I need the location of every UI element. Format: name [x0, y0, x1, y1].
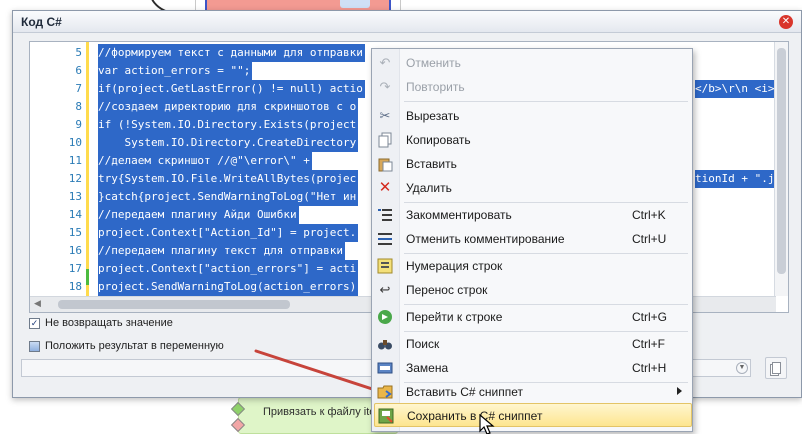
submenu-arrow-icon — [677, 387, 682, 395]
menu-item-copy[interactable]: Копировать — [374, 128, 692, 152]
code-line: }catch{project.SendWarningToLog("Нет ин — [98, 188, 359, 206]
delete-icon: ✕ — [378, 179, 392, 196]
insert-snippet-icon — [377, 384, 393, 400]
put-result-checkbox[interactable] — [29, 340, 40, 352]
code-line: //передаем плагину Айди Ошибки — [98, 206, 299, 224]
menu-item-search[interactable]: Поиск Ctrl+F — [374, 332, 692, 356]
put-result-option[interactable]: Положить результат в переменную — [29, 340, 224, 352]
uncomment-icon — [377, 231, 393, 247]
change-marker-bar — [86, 42, 89, 296]
code-line: project.Context["Action_Id"] = project. — [98, 224, 359, 242]
vertical-scrollbar[interactable] — [774, 42, 788, 296]
no-return-label: Не возвращать значение — [45, 317, 173, 329]
menu-item-redo[interactable]: ↷ Повторить — [374, 75, 692, 99]
scissors-icon: ✂ — [379, 108, 391, 123]
no-return-checkbox[interactable]: ✓ — [29, 317, 40, 329]
menu-item-cut[interactable]: ✂ Вырезать — [374, 104, 692, 128]
horizontal-scroll-thumb[interactable] — [58, 300, 290, 309]
code-line: project.Context["action_errors"] = acti — [98, 260, 359, 278]
save-snippet-icon — [378, 408, 394, 424]
success-port-icon — [230, 401, 246, 417]
menu-item-delete[interactable]: ✕ Удалить — [374, 176, 692, 200]
line-number: 17 — [68, 262, 82, 275]
dialog-title: Код C# — [21, 14, 62, 29]
code-line: System.IO.Directory.CreateDirectory — [98, 134, 359, 152]
dialog-titlebar: Код C# — [13, 11, 801, 33]
menu-separator — [404, 101, 688, 102]
code-line-tail: </b>\r\n <i> — [695, 80, 775, 98]
code-line: try{System.IO.File.WriteAllBytes(projec — [98, 170, 359, 188]
menu-item-line-numbers[interactable]: Нумерация строк — [374, 254, 692, 278]
menu-item-insert-snippet[interactable]: Вставить C# сниппет — [374, 380, 692, 404]
replace-icon — [377, 360, 393, 376]
copy-icon — [377, 132, 393, 148]
binoculars-icon — [377, 336, 393, 352]
code-line: //делаем скриншот //@"\error\" + — [98, 152, 312, 170]
undo-icon: ↶ — [379, 55, 391, 70]
vertical-scroll-thumb[interactable] — [777, 48, 786, 274]
line-number: 8 — [75, 100, 82, 113]
paste-icon — [377, 156, 393, 172]
put-result-label: Положить результат в переменную — [45, 340, 224, 352]
menu-item-paste[interactable]: Вставить — [374, 152, 692, 176]
line-number: 5 — [75, 46, 82, 59]
line-numbers-icon — [377, 258, 393, 274]
line-number: 16 — [68, 244, 82, 257]
menu-item-goto-line[interactable]: Перейти к строке Ctrl+G — [374, 305, 692, 329]
menu-item-uncomment[interactable]: Отменить комментирование Ctrl+U — [374, 227, 692, 251]
line-number: 12 — [68, 172, 82, 185]
menu-item-comment[interactable]: Закомментировать Ctrl+K — [374, 203, 692, 227]
menu-item-undo[interactable]: ↶ Отменить — [374, 51, 692, 75]
comment-icon — [377, 207, 393, 223]
code-line: if(project.GetLastError() != null) actio — [98, 80, 365, 98]
line-number: 10 — [68, 136, 82, 149]
close-icon[interactable]: ✕ — [779, 15, 793, 29]
canvas-node-badge — [340, 0, 370, 8]
code-line: //передаем плагину текст для отправки — [98, 242, 346, 260]
line-number: 14 — [68, 208, 82, 221]
word-wrap-icon: ↩ — [379, 282, 391, 297]
menu-item-save-snippet[interactable]: Сохранить в C# сниппет — [374, 403, 692, 427]
line-number: 13 — [68, 190, 82, 203]
redo-icon: ↷ — [379, 79, 391, 94]
context-menu: ↶ Отменить ↷ Повторить ✂ Вырезать Копиро… — [371, 48, 693, 432]
mouse-cursor-icon — [479, 414, 495, 434]
code-line: if (!System.IO.Directory.Exists(project — [98, 116, 359, 134]
menu-item-replace[interactable]: Замена Ctrl+H — [374, 356, 692, 380]
code-line-tail: tionId + ".j — [695, 170, 775, 188]
line-number: 11 — [68, 154, 82, 167]
line-number: 6 — [75, 64, 82, 77]
line-number: 18 — [68, 280, 82, 293]
menu-item-word-wrap[interactable]: ↩ Перенос строк — [374, 278, 692, 302]
chevron-down-icon[interactable]: ▼ — [736, 362, 748, 374]
error-port-icon — [230, 417, 246, 433]
line-number: 9 — [75, 118, 82, 131]
line-number: 7 — [75, 82, 82, 95]
code-line: project.SendWarningToLog(action_errors) — [98, 278, 359, 296]
line-number: 15 — [68, 226, 82, 239]
scroll-left-icon[interactable]: ◀ — [34, 298, 41, 309]
code-line: //создаем директорию для скриншотов с о — [98, 98, 359, 116]
code-line: var action_errors = ""; — [98, 62, 253, 80]
code-line: //формируем текст с данными для отправки — [98, 44, 365, 62]
no-return-option[interactable]: ✓ Не возвращать значение — [29, 317, 173, 329]
copy-icon — [772, 362, 781, 374]
goto-line-icon — [377, 309, 393, 325]
copy-button[interactable] — [765, 357, 787, 379]
